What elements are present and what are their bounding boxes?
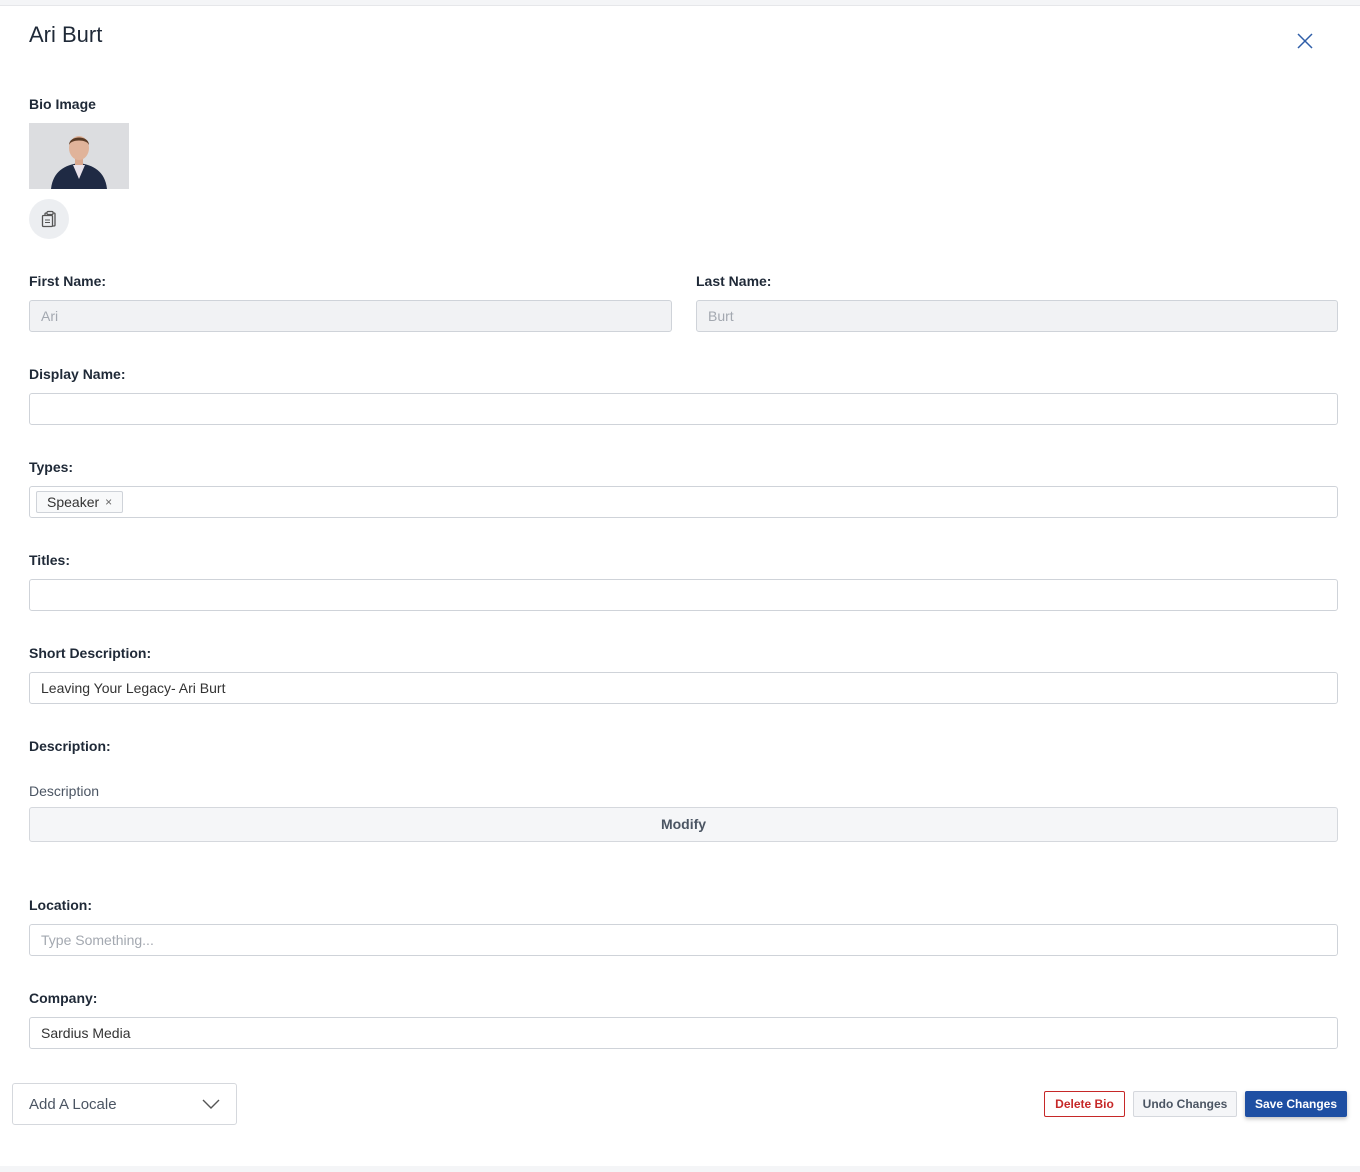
bio-image bbox=[29, 123, 129, 189]
location-placeholder: Type Something... bbox=[41, 932, 154, 948]
location-label: Location: bbox=[29, 897, 92, 913]
type-tag-label: Speaker bbox=[47, 494, 100, 510]
short-description-field[interactable]: Leaving Your Legacy- Ari Burt bbox=[29, 672, 1338, 704]
chevron-down-icon bbox=[202, 1099, 220, 1109]
save-changes-button[interactable]: Save Changes bbox=[1245, 1091, 1347, 1117]
remove-tag-icon[interactable]: × bbox=[105, 492, 112, 512]
first-name-field: Ari bbox=[29, 300, 672, 332]
display-name-field[interactable] bbox=[29, 393, 1338, 425]
add-locale-select[interactable]: Add A Locale bbox=[12, 1083, 237, 1125]
bio-edit-modal: Ari Burt Bio Image First Name: Ari Last … bbox=[0, 5, 1360, 1166]
copy-image-button[interactable] bbox=[29, 199, 69, 239]
clipboard-icon bbox=[41, 210, 56, 228]
company-field[interactable]: Sardius Media bbox=[29, 1017, 1338, 1049]
last-name-field: Burt bbox=[696, 300, 1338, 332]
close-icon bbox=[1297, 33, 1313, 49]
last-name-label: Last Name: bbox=[696, 273, 772, 289]
modal-title: Ari Burt bbox=[29, 22, 103, 47]
delete-bio-button[interactable]: Delete Bio bbox=[1044, 1091, 1125, 1117]
description-sublabel: Description bbox=[29, 783, 100, 799]
first-name-label: First Name: bbox=[29, 273, 107, 289]
add-locale-placeholder: Add A Locale bbox=[29, 1095, 117, 1113]
display-name-label: Display Name: bbox=[29, 366, 126, 382]
type-tag-speaker: Speaker × bbox=[36, 491, 124, 513]
short-description-label: Short Description: bbox=[29, 645, 152, 661]
close-button[interactable] bbox=[1290, 26, 1320, 56]
bio-image-label: Bio Image bbox=[29, 96, 96, 112]
titles-field[interactable] bbox=[29, 579, 1338, 611]
modify-description-button[interactable]: Modify bbox=[29, 807, 1338, 842]
location-field[interactable]: Type Something... bbox=[29, 924, 1338, 956]
types-field[interactable]: Speaker × bbox=[29, 486, 1338, 518]
company-label: Company: bbox=[29, 990, 98, 1006]
description-label: Description: bbox=[29, 738, 111, 754]
titles-label: Titles: bbox=[29, 552, 70, 568]
undo-changes-button[interactable]: Undo Changes bbox=[1133, 1091, 1237, 1117]
types-label: Types: bbox=[29, 459, 74, 475]
